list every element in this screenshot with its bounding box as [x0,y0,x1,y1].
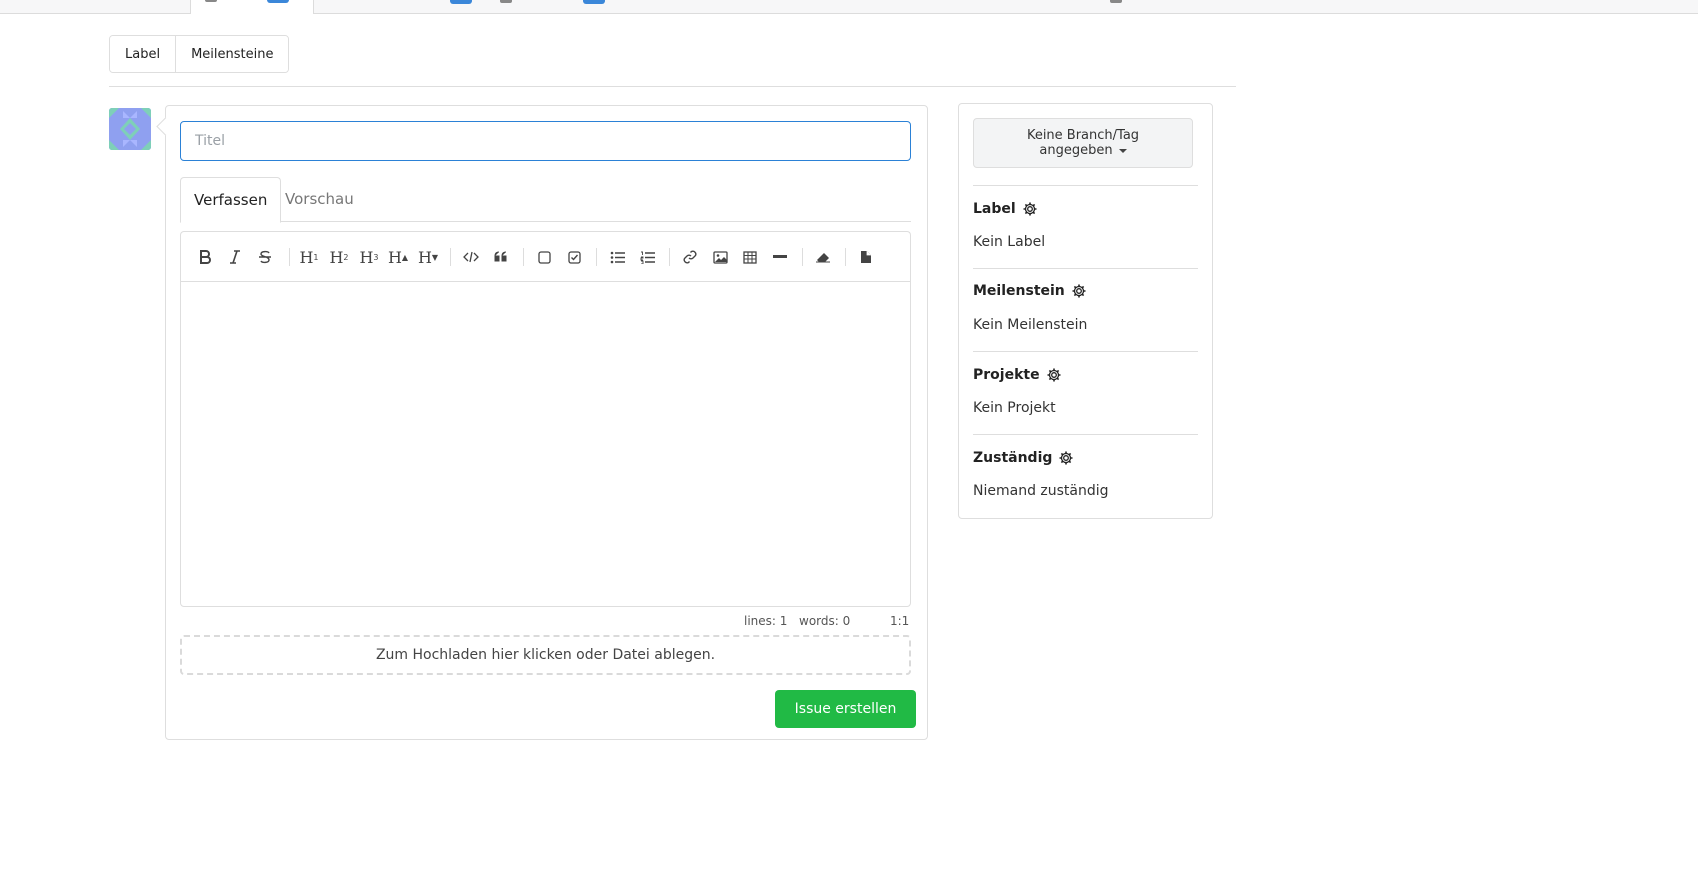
labels-section-header[interactable]: Label [973,201,1038,217]
assignees-value: Niemand zuständig [973,483,1109,499]
content-textarea[interactable] [180,281,911,607]
quote-icon[interactable] [489,245,513,269]
labels-value: Kein Label [973,234,1046,250]
line-count: lines: 1 [744,614,788,628]
cursor-position: 1:1 [890,614,910,628]
milestone-value: Kein Meilenstein [973,317,1088,333]
tab-preview[interactable]: Vorschau [272,177,367,221]
assignees-title: Zuständig [973,450,1053,466]
branch-label-line2: angegeben [1039,143,1113,158]
heading-1-icon[interactable]: H1 [297,245,321,269]
gear-icon [1059,451,1073,465]
projects-icon [500,0,512,3]
file-dropzone[interactable]: Zum Hochladen hier klicken oder Datei ab… [180,635,911,675]
checked-box-icon[interactable] [562,245,586,269]
caret-down-icon [1118,148,1127,153]
branch-tag-dropdown[interactable]: Keine Branch/Tag angegeben [973,118,1193,168]
branch-label-line1: Keine Branch/Tag [1026,128,1140,143]
labels-title: Label [973,201,1016,217]
projects-section-header[interactable]: Projekte [973,367,1062,383]
new-issue-form: Verfassen Vorschau H1 H2 H3 H▲ H▼ [156,105,928,740]
eraser-icon[interactable] [811,245,835,269]
gear-icon [1047,368,1061,382]
horizontal-rule-icon[interactable] [768,245,792,269]
milestone-title: Meilenstein [973,283,1065,299]
table-icon[interactable] [738,245,762,269]
issue-sidebar: Keine Branch/Tag angegeben Label Kein La… [958,103,1213,519]
heading-bigger-icon[interactable]: H ▲ [386,245,410,269]
labels-button[interactable]: Label [110,36,176,72]
gear-icon [1023,202,1037,216]
milestone-section-header[interactable]: Meilenstein [973,283,1087,299]
releases-count-badge [583,0,605,4]
heading-smaller-icon[interactable]: H ▼ [416,245,440,269]
italic-icon[interactable] [223,245,247,269]
issues-count-badge [267,0,289,3]
bold-icon[interactable] [193,245,217,269]
settings-icon [1110,0,1122,3]
link-icon[interactable] [678,245,702,269]
labels-milestones-group: Label Meilensteine [109,35,290,73]
unordered-list-icon[interactable] [605,245,629,269]
code-icon[interactable] [459,245,483,269]
projects-value: Kein Projekt [973,400,1056,416]
pulls-count-badge [450,0,472,4]
markdown-toolbar: H1 H2 H3 H ▲ H ▼ [180,231,911,281]
divider [109,86,1236,87]
create-issue-button[interactable]: Issue erstellen [775,690,916,728]
editor-tabs: Verfassen Vorschau [180,177,911,223]
ordered-list-icon[interactable] [635,245,659,269]
image-icon[interactable] [708,245,732,269]
unchecked-box-icon[interactable] [532,245,556,269]
assignees-section-header[interactable]: Zuständig [973,450,1074,466]
heading-2-icon[interactable]: H2 [327,245,351,269]
gear-icon [1072,284,1086,298]
repo-tab-bar [0,0,1698,14]
tab-issues[interactable] [190,0,314,14]
projects-title: Projekte [973,367,1040,383]
title-input[interactable] [180,121,911,161]
strikethrough-icon[interactable] [253,245,277,269]
heading-3-icon[interactable]: H3 [357,245,381,269]
file-icon[interactable] [854,245,878,269]
tab-write[interactable]: Verfassen [180,177,282,223]
avatar [109,108,151,150]
issues-icon [205,0,217,2]
word-count: words: 0 [799,614,851,628]
milestones-button[interactable]: Meilensteine [175,36,289,72]
